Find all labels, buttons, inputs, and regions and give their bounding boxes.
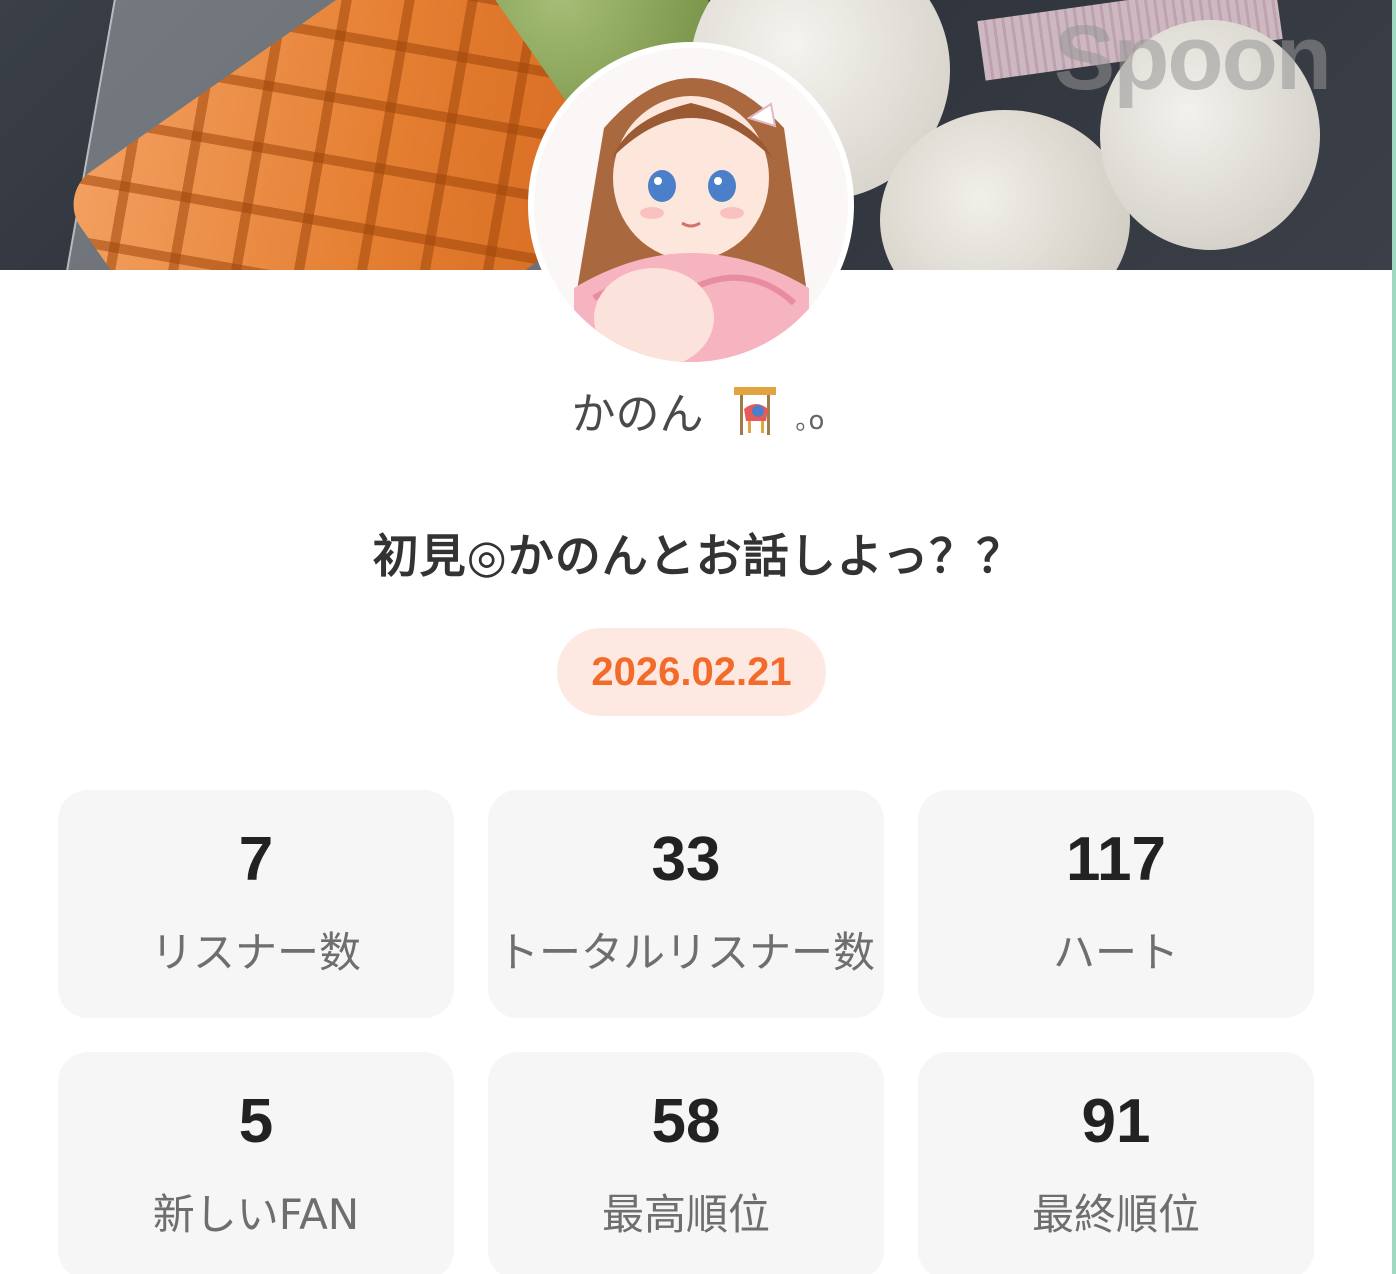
avatar[interactable] — [528, 42, 854, 368]
stat-card-hearts: 117 ハート — [918, 790, 1314, 1018]
stat-value: 117 — [1065, 824, 1167, 894]
profile-name: かのん — [571, 389, 704, 440]
avatar-illustration — [534, 48, 848, 362]
stat-card-total-listeners: 33 トータルリスナー数 — [488, 790, 884, 1018]
stat-value: 58 — [651, 1086, 721, 1156]
spoon-watermark: Spoon — [1053, 7, 1332, 109]
profile-name-row: かのん ｡o — [0, 378, 1396, 442]
right-edge-bar — [1392, 0, 1396, 1274]
stat-label: リスナー数 — [150, 927, 361, 977]
live-summary-page: Spoon かのん ｡o 初見◎かのんとお話しよっ？？ 2026.02.21 7… — [0, 0, 1396, 1274]
stat-label: 最終順位 — [1031, 1189, 1200, 1239]
live-title: 初見◎かのんとお話しよっ？？ — [372, 529, 1024, 583]
stat-label: ハート — [1052, 927, 1179, 977]
stat-value: 33 — [651, 824, 721, 894]
stat-card-final-rank: 91 最終順位 — [918, 1052, 1314, 1274]
stat-value: 7 — [238, 824, 274, 894]
stats-grid: 7 リスナー数 33 トータルリスナー数 117 ハート 5 新しいFAN 58… — [58, 790, 1314, 1274]
stat-card-new-fans: 5 新しいFAN — [58, 1052, 454, 1274]
stat-card-highest-rank: 58 最高順位 — [488, 1052, 884, 1274]
stat-value: 91 — [1081, 1086, 1151, 1156]
stat-label: 最高順位 — [601, 1189, 770, 1239]
carousel-horse-icon — [728, 385, 782, 439]
live-date-badge: 2026.02.21 — [557, 628, 826, 716]
stat-label: トータルリスナー数 — [496, 927, 875, 977]
stat-value: 5 — [238, 1086, 274, 1156]
stat-label: 新しいFAN — [152, 1189, 360, 1239]
stat-card-listeners: 7 リスナー数 — [58, 790, 454, 1018]
profile-name-suffix: ｡o — [795, 406, 825, 436]
